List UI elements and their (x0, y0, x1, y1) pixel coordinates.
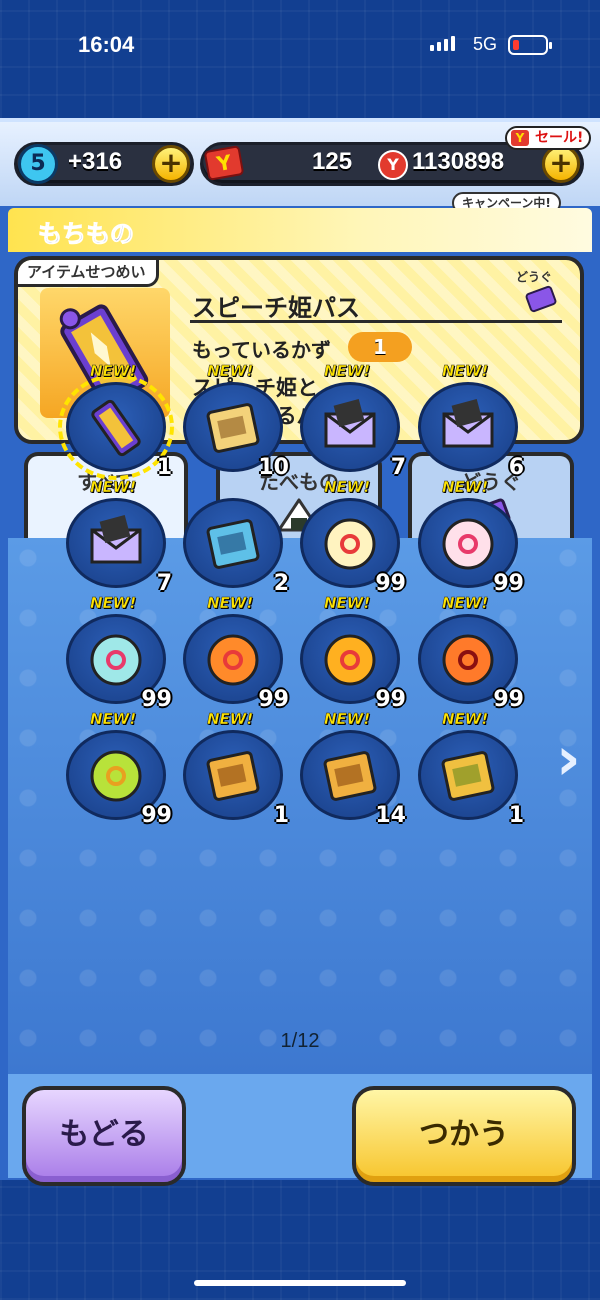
item-count: 99 (258, 687, 289, 712)
item-count: 14 (375, 803, 406, 828)
item-count: 1 (156, 455, 172, 480)
new-badge: NEW! (90, 594, 137, 613)
new-badge: NEW! (324, 362, 371, 381)
game-panel: 5 +316 + Y 125 Y 1130898 + Y セール! キャンペーン中… (0, 118, 600, 1186)
title-strip: もちもの (8, 208, 592, 252)
status-bar: 16:04 5G (0, 0, 600, 90)
book-bamboo-icon (441, 751, 495, 801)
item-slot[interactable]: NEW! 10 (183, 362, 289, 480)
new-badge: NEW! (324, 594, 371, 613)
next-page-arrow[interactable]: › (556, 724, 581, 794)
item-slot[interactable]: NEW! 99 (66, 710, 172, 828)
new-badge: NEW! (207, 594, 254, 613)
info-tag: アイテムせつめい (18, 260, 159, 287)
currency-bar: 5 +316 + Y 125 Y 1130898 + Y セール! キャンペーン中… (0, 122, 600, 214)
orb-orange-icon (207, 634, 259, 686)
page-indicator: 1/12 (280, 1030, 320, 1052)
new-badge: NEW! (442, 710, 489, 729)
back-button[interactable]: もどる (22, 1086, 186, 1186)
scroll-icon (206, 403, 260, 453)
stamina-value: +316 (68, 148, 123, 175)
item-count: 1 (508, 803, 524, 828)
book-gold-small-icon (206, 751, 260, 801)
orb-fire-icon (324, 634, 376, 686)
item-count: 99 (141, 803, 172, 828)
network-type: 5G (473, 34, 498, 54)
item-slot[interactable]: 2 (183, 492, 289, 596)
new-badge: NEW! (90, 478, 137, 497)
letter-4-icon (442, 399, 494, 448)
clock: 16:04 (78, 32, 135, 57)
item-name: スピーチ姫パス (192, 294, 360, 322)
item-grid: NEW! 1 NEW! 10 NEW! 7 NEW! 6 NEW! 7 2 NEW! 99 NEW! 99 N… (8, 362, 592, 1074)
orb-pink-icon (442, 518, 494, 570)
new-badge: NEW! (90, 362, 137, 381)
item-slot[interactable]: NEW! 1 (58, 362, 174, 480)
sale-label: セール! (535, 130, 584, 146)
new-badge: NEW! (442, 594, 489, 613)
orb-shrine-icon (442, 634, 494, 686)
stamina-level-icon: 5 (18, 144, 58, 184)
item-slot[interactable]: NEW! 6 (418, 362, 524, 480)
signal-icon (430, 36, 455, 51)
bottom-bar: もどる つかう (8, 1074, 592, 1186)
ticket-icon (525, 285, 557, 313)
item-count: 99 (493, 687, 524, 712)
item-count: 99 (375, 687, 406, 712)
item-count: 10 (258, 455, 289, 480)
orb-golden-icon (90, 750, 142, 802)
item-slot[interactable]: NEW! 7 (66, 478, 172, 596)
book-icon (206, 519, 260, 569)
ticket-value: 125 (312, 148, 353, 175)
money-icon: Y (378, 150, 408, 180)
category-label: どうぐ (516, 270, 553, 284)
item-slot[interactable]: NEW! 99 (66, 594, 172, 712)
new-badge: NEW! (207, 362, 254, 381)
item-slot[interactable]: NEW! 1 (183, 710, 289, 828)
new-badge: NEW! (324, 478, 371, 497)
divider (190, 320, 562, 323)
letter-5-icon (90, 515, 142, 564)
money-value: 1130898 (412, 148, 505, 175)
new-badge: NEW! (324, 710, 371, 729)
item-slot[interactable]: NEW! 99 (418, 594, 524, 712)
item-count: 6 (508, 455, 524, 480)
item-slot[interactable]: NEW! 99 (300, 478, 406, 596)
item-slot[interactable]: NEW! 14 (300, 710, 406, 828)
orb-cyan-icon (90, 634, 142, 686)
item-count: 7 (390, 455, 406, 480)
item-slot[interactable]: NEW! 99 (418, 478, 524, 596)
book-gold-icon (323, 751, 377, 801)
ticket-icon: Y (203, 145, 245, 181)
item-count: 99 (493, 571, 524, 596)
item-count: 2 (273, 571, 289, 596)
battery-icon (508, 35, 552, 55)
item-slot[interactable]: NEW! 7 (300, 362, 406, 480)
sale-badge[interactable]: Y セール! (505, 126, 592, 150)
item-count: 7 (156, 571, 172, 596)
home-indicator[interactable] (194, 1280, 406, 1286)
item-slot[interactable]: NEW! 1 (418, 710, 524, 828)
new-badge: NEW! (442, 478, 489, 497)
letter-3-icon (324, 399, 376, 448)
new-badge: NEW! (90, 710, 137, 729)
orb-yellow-icon (324, 518, 376, 570)
item-count: 99 (375, 571, 406, 596)
count-value: 1 (348, 332, 412, 362)
new-badge: NEW! (442, 362, 489, 381)
page-title: もちもの (38, 220, 135, 249)
item-count: 1 (273, 803, 289, 828)
count-label: もっているかず (192, 338, 331, 362)
stamina-plus-button[interactable]: + (152, 145, 190, 183)
item-count: 99 (141, 687, 172, 712)
pass-icon (91, 399, 141, 457)
new-badge: NEW! (207, 710, 254, 729)
item-slot[interactable]: NEW! 99 (183, 594, 289, 712)
item-slot[interactable]: NEW! 99 (300, 594, 406, 712)
money-plus-button[interactable]: + (542, 145, 580, 183)
y-icon: Y (511, 130, 529, 146)
use-button[interactable]: つかう (352, 1086, 576, 1186)
